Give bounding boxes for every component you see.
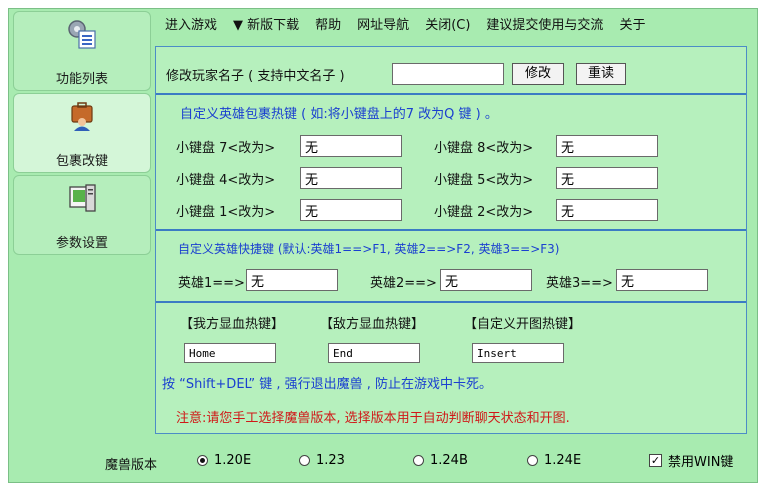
version-bar: 魔兽版本 1.20E 1.23 1.24B 1.24E ✓ 禁用WIN键	[9, 449, 759, 479]
menu-help[interactable]: 帮助	[307, 15, 349, 37]
sidebar-item-bag-keys[interactable]: 包裹改键	[13, 93, 151, 173]
bag-key-numpad1-input[interactable]	[300, 199, 402, 221]
hero2-key-input[interactable]	[440, 269, 532, 291]
enemy-hp-hotkey-input[interactable]	[328, 343, 420, 363]
version-radio-1-23[interactable]: 1.23	[299, 453, 345, 468]
bag-key-label: 小键盘 7<改为>	[176, 141, 276, 156]
hero-keys-heading: 自定义英雄快捷键 (默认:英雄1==>F1, 英雄2==>F2, 英雄3==>F…	[178, 242, 560, 256]
rename-label: 修改玩家名子 ( 支持中文名子 )	[166, 69, 345, 84]
disable-win-key-checkbox[interactable]: ✓ 禁用WIN键	[649, 451, 733, 470]
radio-dot	[413, 455, 424, 466]
computer-icon	[69, 184, 96, 212]
enemy-hp-hotkey-label: 【敌方显血热键】	[320, 317, 425, 332]
version-label: 魔兽版本	[105, 458, 158, 473]
hero-key-label: 英雄3==>	[546, 276, 613, 291]
menu-new-download[interactable]: ▼ 新版下载	[225, 15, 307, 37]
version-radio-1-24e[interactable]: 1.24E	[527, 453, 581, 468]
main-panel: 修改玩家名子 ( 支持中文名子 ) 修改 重读 自定义英雄包裹热键 ( 如:将小…	[155, 46, 747, 434]
hero3-key-input[interactable]	[616, 269, 708, 291]
hero1-key-input[interactable]	[246, 269, 338, 291]
own-hp-hotkey-label: 【我方显血热键】	[180, 317, 285, 332]
briefcase-person-icon	[71, 102, 93, 131]
radio-label: 1.24B	[430, 453, 468, 468]
bag-key-label: 小键盘 4<改为>	[176, 173, 276, 188]
hero-key-label: 英雄2==>	[370, 276, 437, 291]
shift-del-tip: 按 “Shift+DEL” 键 , 强行退出魔兽 , 防止在游戏中卡死。	[162, 377, 493, 392]
radio-dot	[527, 455, 538, 466]
radio-label: 1.23	[316, 453, 345, 468]
checkmark-icon: ✓	[649, 454, 662, 467]
sidebar-item-label: 包裹改键	[55, 154, 108, 169]
menu-site-nav[interactable]: 网址导航	[349, 15, 417, 37]
sidebar-item-settings[interactable]: 参数设置	[13, 175, 151, 255]
bag-key-numpad5-input[interactable]	[556, 167, 658, 189]
bag-keys-heading: 自定义英雄包裹热键 ( 如:将小键盘上的7 改为Q 键 ) 。	[180, 107, 498, 122]
sidebar-item-label: 功能列表	[55, 72, 108, 87]
version-radio-1-24b[interactable]: 1.24B	[413, 453, 468, 468]
menu-close[interactable]: 关闭(C)	[417, 15, 478, 37]
radio-dot	[299, 455, 310, 466]
maphack-hotkey-label: 【自定义开图热键】	[464, 317, 582, 332]
version-radio-1-20e[interactable]: 1.20E	[197, 453, 251, 468]
hero-key-label: 英雄1==>	[178, 276, 245, 291]
sidebar-item-label: 参数设置	[55, 236, 108, 251]
own-hp-hotkey-input[interactable]	[184, 343, 276, 363]
radio-label: 1.24E	[544, 453, 582, 468]
bag-key-numpad8-input[interactable]	[556, 135, 658, 157]
modify-button[interactable]: 修改	[512, 63, 564, 85]
bag-key-label: 小键盘 1<改为>	[176, 205, 276, 220]
app-window: 功能列表 包裹改键 参数设置 进入游戏 ▼ 新版下载 帮助 网址导航 关闭(C)…	[8, 8, 758, 483]
bag-key-numpad2-input[interactable]	[556, 199, 658, 221]
menu-about[interactable]: 关于	[611, 15, 653, 37]
section-divider	[156, 229, 746, 231]
reread-button[interactable]: 重读	[576, 63, 626, 85]
maphack-hotkey-input[interactable]	[472, 343, 564, 363]
bag-key-label: 小键盘 5<改为>	[434, 173, 534, 188]
checkbox-label: 禁用WIN键	[668, 455, 734, 470]
bag-key-numpad4-input[interactable]	[300, 167, 402, 189]
bag-key-label: 小键盘 2<改为>	[434, 205, 534, 220]
sidebar-item-function-list[interactable]: 功能列表	[13, 11, 151, 91]
menu-bar: 进入游戏 ▼ 新版下载 帮助 网址导航 关闭(C) 建议提交使用与交流 关于	[157, 15, 653, 37]
radio-label: 1.20E	[214, 453, 252, 468]
bag-key-label: 小键盘 8<改为>	[434, 141, 534, 156]
version-notice: 注意:请您手工选择魔兽版本, 选择版本用于自动判断聊天状态和开图.	[176, 411, 570, 426]
bag-key-numpad7-input[interactable]	[300, 135, 402, 157]
settings-list-icon	[68, 20, 96, 49]
section-divider	[156, 93, 746, 95]
radio-dot	[197, 455, 208, 466]
section-divider	[156, 301, 746, 303]
player-name-input[interactable]	[392, 63, 504, 85]
menu-enter-game[interactable]: 进入游戏	[157, 15, 225, 37]
menu-feedback[interactable]: 建议提交使用与交流	[478, 15, 611, 37]
